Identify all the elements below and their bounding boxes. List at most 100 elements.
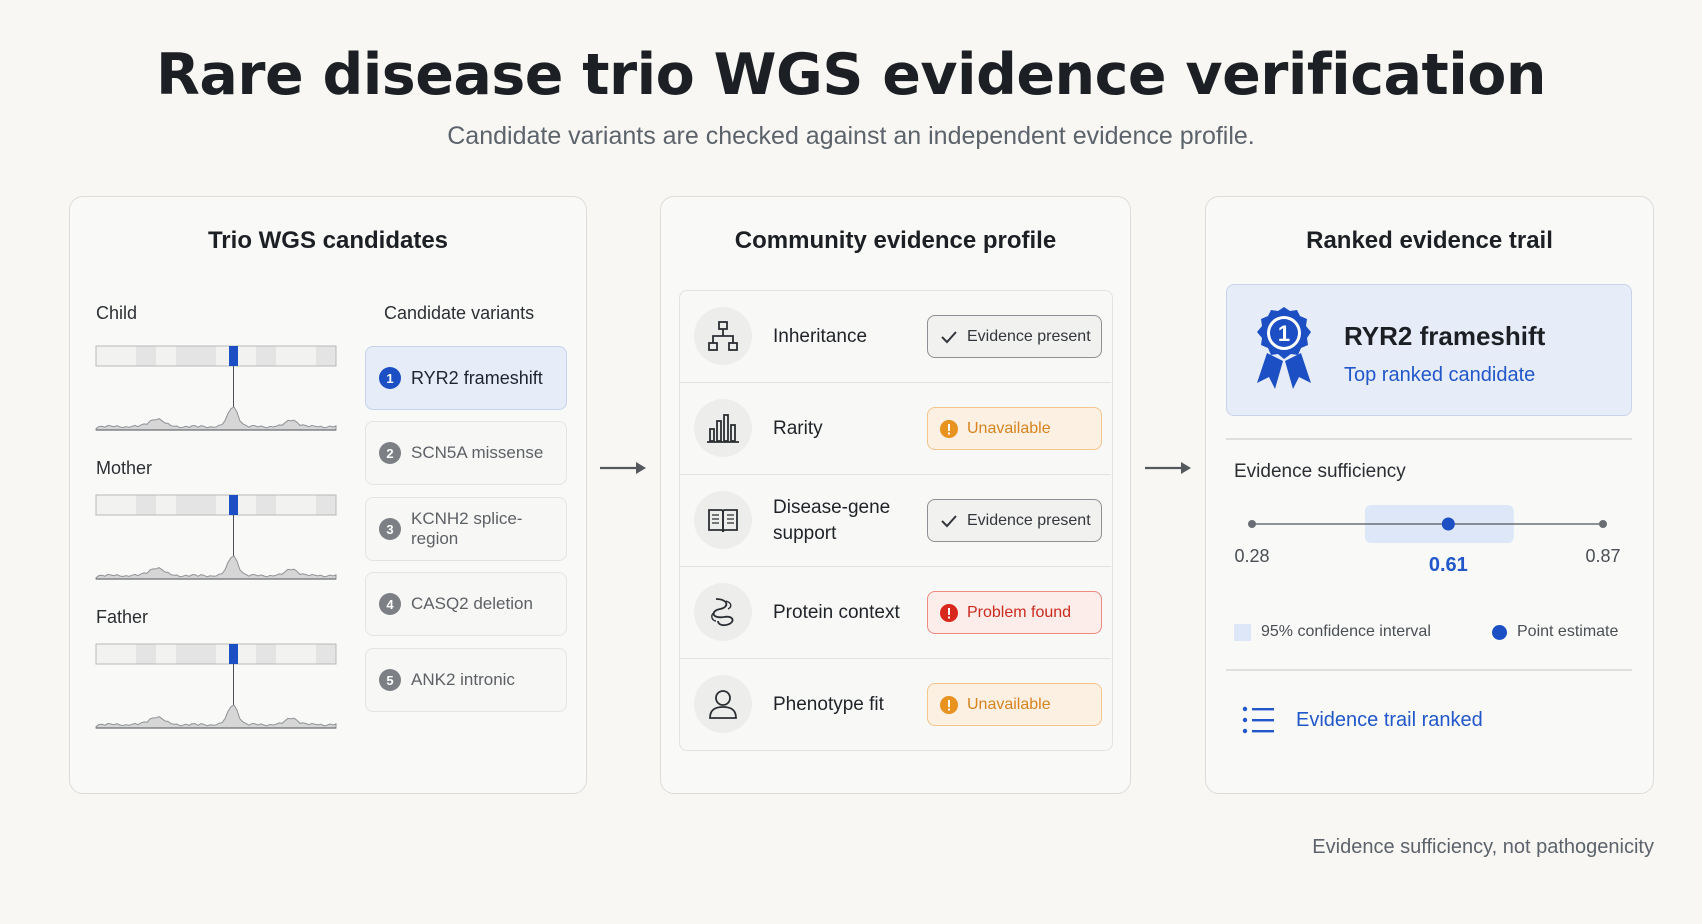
min-value-label: 0.28 <box>1234 546 1269 566</box>
evidence-label: Protein context <box>773 602 900 623</box>
top-candidate-name: RYR2 frameshift <box>1344 321 1546 351</box>
sequence-segment <box>176 495 196 515</box>
footnote: Evidence sufficiency, not pathogenicity <box>1312 836 1654 858</box>
legend-point: Point estimate <box>1492 623 1618 641</box>
list-icon <box>1242 706 1274 734</box>
variant-position-marker <box>229 644 238 664</box>
candidate-label: RYR2 frameshift <box>411 367 543 388</box>
rank-number: 5 <box>379 669 401 691</box>
ranked-trail-panel: Ranked evidence trail 1 RYR2 frameshift … <box>1205 196 1654 794</box>
candidate-casq2-deletion[interactable]: 4 CASQ2 deletion <box>365 572 567 636</box>
candidate-label: SCN5A missense <box>411 443 544 462</box>
panel-title: Community evidence profile <box>734 227 1057 254</box>
rank-number: 1 <box>379 367 401 389</box>
evidence-list: Inheritance Evidence present Rarity Unav… <box>679 290 1113 751</box>
rank-number: 2 <box>379 442 401 464</box>
page-subtitle: Candidate variants are checked against a… <box>447 122 1255 150</box>
status-badge: Problem found <box>927 591 1102 634</box>
sequence-segment <box>196 495 216 515</box>
divider <box>1226 438 1632 440</box>
sequence-segment <box>276 346 296 366</box>
protein-structure-icon <box>694 583 752 641</box>
sequence-segment <box>116 495 136 515</box>
candidate-ank2-intronic[interactable]: 5 ANK2 intronic <box>365 648 567 712</box>
candidate-kcnh2-splice-region[interactable]: 3 KCNH2 splice-region <box>365 497 567 561</box>
award-ribbon-icon: 1 <box>1257 307 1311 389</box>
sufficiency-title: Evidence sufficiency <box>1234 461 1406 482</box>
status-badge: Evidence present <box>927 499 1102 542</box>
coverage-profile <box>95 406 337 431</box>
candidate-label: ANK2 intronic <box>411 670 515 689</box>
candidate-scn5a-missense[interactable]: 2 SCN5A missense <box>365 421 567 485</box>
sequence-segment <box>316 346 336 366</box>
evidence-label: Disease-gene support <box>773 497 891 544</box>
max-value-label: 0.87 <box>1585 546 1620 566</box>
sequence-segment <box>96 346 116 366</box>
sequence-segment <box>156 644 176 664</box>
sequence-segment <box>116 644 136 664</box>
evidence-label: Inheritance <box>773 326 868 347</box>
min-endpoint <box>1248 520 1256 528</box>
track-label-father: Father <box>96 607 149 627</box>
open-book-icon <box>694 491 752 549</box>
check-icon <box>941 514 957 527</box>
evidence-row-disease-gene-support: Disease-gene support Evidence present <box>680 475 1111 567</box>
hierarchy-icon <box>694 307 752 365</box>
sequence-segment <box>296 495 316 515</box>
sequence-segment <box>256 495 276 515</box>
rank-number: 3 <box>379 518 401 540</box>
legend-ci: 95% confidence interval <box>1234 623 1431 641</box>
evidence-row-inheritance: Inheritance Evidence present <box>680 291 1111 383</box>
sequence-segment <box>136 346 156 366</box>
trio-candidates-panel: Trio WGS candidates Child Mother Father … <box>69 196 587 794</box>
father-genome-track <box>95 643 337 729</box>
sequence-segment <box>296 644 316 664</box>
check-icon <box>941 330 957 343</box>
error-icon <box>940 603 958 622</box>
variant-position-marker <box>229 346 238 366</box>
sequence-segment <box>156 346 176 366</box>
ci-swatch <box>1234 623 1251 641</box>
evidence-label: Rarity <box>773 418 823 439</box>
sequence-segment <box>236 644 256 664</box>
legend-point-label: Point estimate <box>1517 623 1619 640</box>
sequence-segment <box>196 346 216 366</box>
community-evidence-panel: Community evidence profile Inheritance E… <box>660 196 1131 794</box>
evidence-trail-link[interactable]: Evidence trail ranked <box>1242 706 1483 734</box>
status-text: Problem found <box>967 603 1072 621</box>
status-text: Evidence present <box>967 327 1091 345</box>
warning-icon <box>940 419 958 438</box>
arrow-right-icon <box>1145 462 1191 474</box>
status-text: Evidence present <box>967 511 1091 529</box>
status-badge: Unavailable <box>927 407 1102 450</box>
sequence-segment <box>96 644 116 664</box>
sequence-segment <box>176 644 196 664</box>
evidence-row-rarity: Rarity Unavailable <box>680 383 1111 475</box>
status-badge: Unavailable <box>927 683 1102 726</box>
divider <box>1226 669 1632 671</box>
child-genome-track <box>95 345 337 431</box>
candidate-ryr2-frameshift[interactable]: 1 RYR2 frameshift <box>365 346 567 410</box>
person-icon <box>694 675 752 733</box>
sequence-segment <box>316 644 336 664</box>
sequence-segment <box>236 495 256 515</box>
sequence-segment <box>256 644 276 664</box>
warning-icon <box>940 695 958 714</box>
sufficiency-interval-plot: 0.28 0.61 0.87 <box>1234 505 1621 576</box>
candidate-label: KCNH2 splice-region <box>411 509 523 548</box>
sequence-segment <box>316 495 336 515</box>
evidence-row-protein-context: Protein context Problem found <box>680 567 1111 659</box>
mother-genome-track <box>95 494 337 580</box>
top-candidate-subtitle: Top ranked candidate <box>1344 364 1536 386</box>
sequence-segment <box>236 346 256 366</box>
evidence-trail-label: Evidence trail ranked <box>1296 708 1483 731</box>
sequence-segment <box>276 495 296 515</box>
track-label-mother: Mother <box>96 458 153 478</box>
legend-ci-label: 95% confidence interval <box>1261 623 1431 640</box>
point-swatch <box>1492 624 1507 640</box>
track-label-child: Child <box>96 303 138 323</box>
point-estimate-marker <box>1441 517 1455 531</box>
point-value-label: 0.61 <box>1429 554 1468 576</box>
coverage-profile <box>95 704 337 729</box>
variant-position-marker <box>229 495 238 515</box>
